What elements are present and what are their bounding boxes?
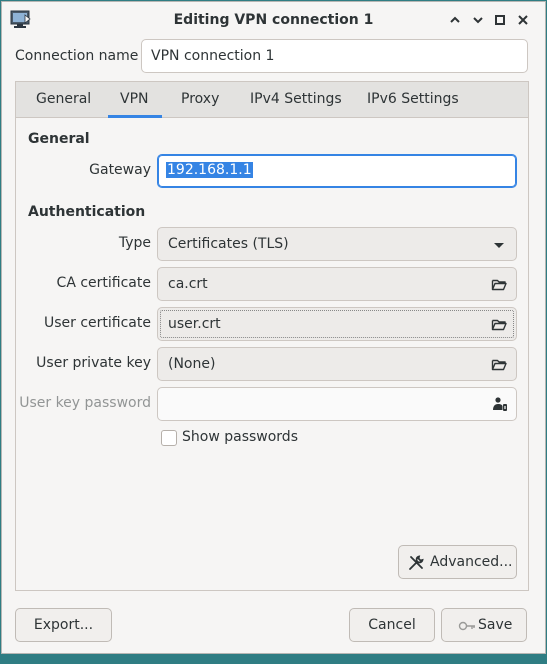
minimize-button[interactable] bbox=[470, 12, 486, 28]
save-button[interactable]: Save bbox=[441, 608, 527, 642]
password-storage-icon[interactable] bbox=[492, 396, 508, 412]
export-button-label: Export... bbox=[33, 617, 94, 633]
dropdown-arrow-icon bbox=[494, 243, 504, 248]
chevron-up-icon bbox=[450, 16, 460, 23]
export-button[interactable]: Export... bbox=[15, 608, 112, 642]
show-passwords-label[interactable]: Show passwords bbox=[182, 429, 298, 445]
advanced-button-label: Advanced... bbox=[430, 554, 513, 570]
user-key-password-label: User key password bbox=[19, 395, 151, 411]
maximize-icon bbox=[495, 15, 505, 25]
type-label: Type bbox=[118, 235, 151, 251]
tab-proxy[interactable]: Proxy bbox=[181, 91, 219, 107]
ca-certificate-chooser[interactable]: ca.crt bbox=[157, 267, 517, 301]
folder-open-icon bbox=[491, 319, 507, 331]
active-tab-indicator bbox=[108, 115, 162, 118]
save-button-label: Save bbox=[478, 617, 513, 633]
connection-name-label: Connection name bbox=[15, 48, 139, 64]
ca-certificate-value: ca.crt bbox=[168, 276, 208, 292]
tab-ipv4-settings[interactable]: IPv4 Settings bbox=[250, 91, 342, 107]
tab-ipv6-settings[interactable]: IPv6 Settings bbox=[367, 91, 459, 107]
cancel-button-label: Cancel bbox=[368, 617, 416, 633]
auth-type-value: Certificates (TLS) bbox=[168, 236, 289, 252]
settings-notebook: General VPN Proxy IPv4 Settings IPv6 Set… bbox=[15, 81, 529, 591]
user-certificate-value: user.crt bbox=[168, 316, 221, 332]
window-title: Editing VPN connection 1 bbox=[173, 12, 374, 28]
ca-certificate-label: CA certificate bbox=[56, 275, 151, 291]
connection-name-input[interactable]: VPN connection 1 bbox=[141, 39, 528, 73]
folder-open-icon bbox=[491, 279, 507, 291]
user-private-key-label: User private key bbox=[36, 355, 151, 371]
user-certificate-label: User certificate bbox=[43, 315, 151, 331]
user-private-key-value: (None) bbox=[168, 356, 216, 372]
keep-above-button[interactable] bbox=[447, 12, 463, 28]
chevron-down-icon bbox=[473, 17, 483, 24]
user-key-password-input[interactable] bbox=[157, 387, 517, 421]
dialog-window: Editing VPN connection 1 Connection name… bbox=[1, 1, 546, 654]
tab-general[interactable]: General bbox=[36, 91, 91, 107]
general-heading: General bbox=[28, 131, 90, 147]
maximize-button[interactable] bbox=[492, 12, 508, 28]
tools-icon bbox=[409, 555, 424, 570]
tab-bar: General VPN Proxy IPv4 Settings IPv6 Set… bbox=[16, 82, 528, 118]
key-icon bbox=[458, 621, 475, 631]
user-private-key-chooser[interactable]: (None) bbox=[157, 347, 517, 381]
tab-vpn[interactable]: VPN bbox=[120, 91, 149, 107]
auth-type-dropdown[interactable]: Certificates (TLS) bbox=[157, 227, 517, 261]
title-bar[interactable]: Editing VPN connection 1 bbox=[2, 2, 545, 38]
advanced-button[interactable]: Advanced... bbox=[398, 545, 517, 579]
close-button[interactable] bbox=[515, 12, 531, 28]
gateway-value: 192.168.1.1 bbox=[166, 162, 253, 178]
gateway-input[interactable]: 192.168.1.1 bbox=[157, 154, 517, 188]
show-passwords-checkbox[interactable] bbox=[161, 430, 177, 446]
folder-open-icon bbox=[491, 359, 507, 371]
user-certificate-chooser[interactable]: user.crt bbox=[157, 307, 517, 341]
connection-name-value: VPN connection 1 bbox=[151, 48, 275, 64]
close-icon bbox=[518, 15, 528, 25]
authentication-heading: Authentication bbox=[28, 204, 146, 220]
cancel-button[interactable]: Cancel bbox=[349, 608, 435, 642]
gateway-label: Gateway bbox=[89, 162, 151, 178]
